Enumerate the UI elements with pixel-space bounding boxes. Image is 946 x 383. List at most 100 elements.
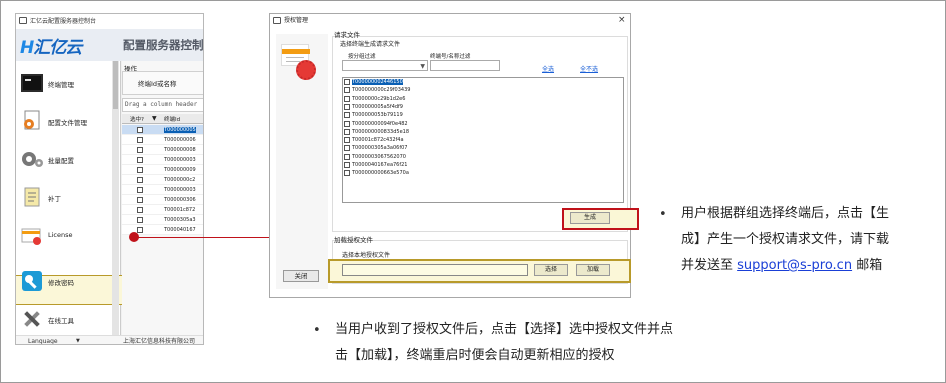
filter-icon[interactable]: ▼ — [152, 115, 157, 122]
terminal-checkbox[interactable] — [344, 87, 350, 94]
close-icon[interactable]: × — [618, 15, 626, 25]
banner-title: 配置服务器控制 — [123, 38, 204, 52]
license-file-input[interactable] — [342, 264, 528, 276]
group-filter-select[interactable]: ▼ — [342, 60, 428, 71]
sidebar-item-batch-config[interactable]: 批量配置 — [18, 141, 112, 179]
row-checkbox[interactable] — [137, 207, 143, 213]
terminal-checkbox[interactable] — [344, 112, 350, 119]
sidebar-item-patch[interactable]: 补丁 — [18, 179, 112, 217]
list-item[interactable]: T000000000833d5e18 — [344, 128, 409, 137]
row-checkbox[interactable] — [137, 167, 143, 173]
load-button[interactable]: 加载 — [576, 264, 610, 276]
dialog-titlebar: 授权管理 — [270, 14, 630, 28]
dialog-title: 授权管理 — [284, 17, 309, 24]
terminal-id: T0000000c29b1d2e6 — [352, 95, 406, 102]
terminal-checkbox[interactable] — [344, 95, 350, 102]
note-line: 用户根据群组选择终端后，点击【生 — [681, 206, 890, 221]
connector-dot — [129, 232, 139, 242]
row-checkbox[interactable] — [137, 187, 143, 193]
list-item[interactable]: T000000305a3a06f07 — [344, 145, 407, 153]
request-file-group-title: 请求文件 — [334, 31, 360, 39]
row-checkbox[interactable] — [137, 147, 143, 153]
close-button[interactable]: 关闭 — [283, 270, 319, 282]
select-none-link[interactable]: 全不选 — [580, 64, 598, 73]
list-item[interactable]: T00001c872c432f4a — [344, 137, 404, 145]
row-terminal-id: T00001c872 — [164, 207, 196, 213]
sidebar-item-config-files[interactable]: 配置文件管理 — [18, 103, 112, 141]
list-item[interactable]: T0000040167ea76f21 — [344, 162, 408, 170]
table-row[interactable]: T00001c872 — [122, 205, 203, 215]
row-terminal-id: T000000003 — [164, 157, 196, 163]
terminal-checkbox[interactable] — [344, 162, 350, 168]
group-by-bar[interactable]: Drag a column header — [122, 98, 203, 112]
language-select[interactable]: Language ▼ — [16, 335, 121, 344]
terminal-checkbox[interactable] — [344, 145, 350, 152]
row-terminal-id: T000000005 — [164, 127, 196, 133]
terminal-checkbox[interactable] — [344, 153, 350, 160]
terminal-checkbox[interactable] — [344, 137, 350, 144]
terminal-checkbox[interactable] — [344, 103, 350, 110]
window-icon — [19, 17, 27, 24]
row-checkbox[interactable] — [137, 217, 143, 223]
terminal-id: T000000002446150 — [352, 79, 403, 85]
list-item[interactable]: T000000053b79119 — [344, 112, 403, 120]
name-filter-input[interactable] — [430, 60, 500, 71]
row-checkbox[interactable] — [137, 227, 143, 233]
sidebar-scrollbar[interactable] — [112, 61, 119, 336]
terminal-checkbox[interactable] — [344, 170, 350, 177]
column-terminal-id[interactable]: 终端Id — [164, 115, 180, 123]
group-filter-label: 按分组过滤 — [348, 54, 376, 60]
sidebar-item-terminal[interactable]: 终端管理 — [18, 65, 112, 103]
note-line: 成】产生一个授权请求文件，请下载 — [681, 232, 890, 247]
terminal-checkbox[interactable] — [344, 79, 350, 85]
table-row[interactable]: T000000005 — [122, 125, 203, 135]
list-item[interactable]: T00000000094f0e482 — [344, 120, 408, 129]
note-line: 击【加载】，终端重启时便会自动更新相应的授权 — [335, 348, 615, 363]
dialog-icon — [273, 17, 281, 24]
row-checkbox[interactable] — [137, 137, 143, 143]
table-row[interactable]: T0000305a3 — [122, 215, 203, 225]
column-selected[interactable]: 选中? — [130, 115, 144, 123]
row-checkbox[interactable] — [137, 197, 143, 203]
terminal-checkbox[interactable] — [344, 120, 350, 127]
terminal-id: T000000053b79119 — [352, 112, 403, 119]
table-row[interactable]: T0000000c2 — [122, 175, 203, 185]
terminal-id: T0000040167ea76f21 — [352, 162, 408, 168]
config-file-icon — [24, 110, 40, 130]
list-item[interactable]: T000000005a5f4df9 — [344, 103, 403, 112]
list-item[interactable]: T0000003067562070 — [344, 153, 406, 162]
bullet-icon: • — [313, 323, 321, 338]
table-row[interactable]: T000000008 — [122, 145, 203, 155]
sidebar-item-online-tools[interactable]: 在线工具 — [18, 301, 112, 339]
terminal-id: T000000000c29f03439 — [352, 87, 411, 94]
terminal-id: T000000305a3a06f07 — [352, 145, 408, 152]
select-all-link[interactable]: 全选 — [542, 64, 554, 73]
terminal-id: T00000000094f0e482 — [352, 120, 408, 127]
table-row[interactable]: T000000003 — [122, 185, 203, 195]
company-name: 上海汇亿信息科技有限公司 — [121, 335, 203, 344]
license-dialog: 授权管理 × 关闭 请求文件 选择终端生成请求文件 按分组过滤 ▼ 终端号/名称… — [269, 13, 639, 298]
table-row[interactable]: T000000006 — [122, 135, 203, 145]
sidebar-item-change-password[interactable]: 修改密码 — [18, 263, 112, 301]
generate-button[interactable]: 生成 — [570, 212, 610, 224]
list-item[interactable]: T0000000c29b1d2e6 — [344, 95, 406, 104]
row-terminal-id: T000000009 — [164, 167, 196, 173]
select-button[interactable]: 选择 — [534, 264, 568, 276]
list-item[interactable]: T000000000663e570a — [344, 170, 409, 178]
row-checkbox[interactable] — [137, 177, 143, 183]
app-logo: H汇亿云 — [20, 38, 82, 58]
row-checkbox[interactable] — [137, 157, 143, 163]
list-item[interactable]: T000000000c29f03439 — [344, 87, 410, 95]
sidebar-item-label: 修改密码 — [48, 279, 74, 287]
chevron-down-icon: ▼ — [420, 63, 425, 70]
seal-icon — [296, 60, 316, 80]
row-checkbox[interactable] — [137, 127, 143, 133]
sidebar-item-license[interactable]: License — [18, 217, 112, 255]
support-email-link[interactable]: support@s-pro.cn — [737, 258, 852, 273]
list-item[interactable]: T000000002446150 — [344, 79, 403, 87]
table-row[interactable]: T000000003 — [122, 155, 203, 165]
table-row[interactable]: T000000009 — [122, 165, 203, 175]
table-row[interactable]: T000000306 — [122, 195, 203, 205]
terminal-checkbox[interactable] — [344, 128, 350, 135]
terminal-id: T0000003067562070 — [352, 153, 406, 160]
